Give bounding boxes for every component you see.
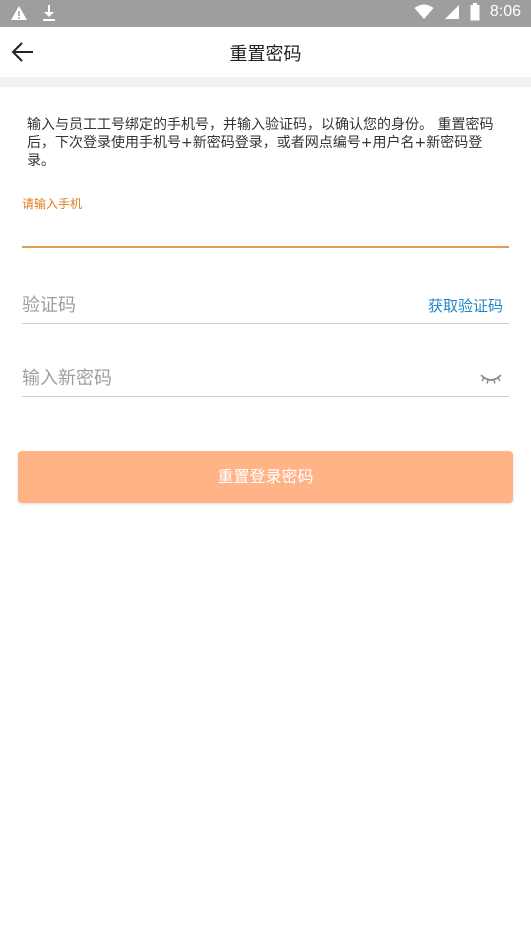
- phone-input[interactable]: [22, 214, 509, 248]
- reset-password-button[interactable]: 重置登录密码: [18, 451, 513, 503]
- status-left-icons: [10, 4, 56, 22]
- header-divider: [0, 77, 531, 87]
- password-field: [22, 361, 509, 397]
- status-right-icons: 8:06: [414, 3, 521, 21]
- download-icon: [43, 5, 55, 21]
- signal-icon: [444, 5, 459, 19]
- wifi-icon: [414, 4, 434, 19]
- new-password-input[interactable]: [22, 368, 479, 389]
- code-field: 获取验证码: [22, 288, 509, 324]
- status-time: 8:06: [489, 3, 521, 20]
- battery-icon: [470, 3, 480, 21]
- status-bar: 8:06: [0, 0, 531, 27]
- warning-icon: [11, 6, 27, 20]
- instruction-text: 输入与员工工号绑定的手机号，并输入验证码，以确认您的身份。 重置密码后，下次登录…: [27, 117, 494, 169]
- app-bar: 重置密码: [0, 27, 531, 77]
- get-code-button[interactable]: 获取验证码: [428, 295, 503, 316]
- phone-label: 请输入手机: [22, 197, 83, 211]
- page-title: 重置密码: [229, 44, 302, 65]
- eye-closed-icon[interactable]: [479, 371, 503, 387]
- code-input[interactable]: [22, 295, 428, 316]
